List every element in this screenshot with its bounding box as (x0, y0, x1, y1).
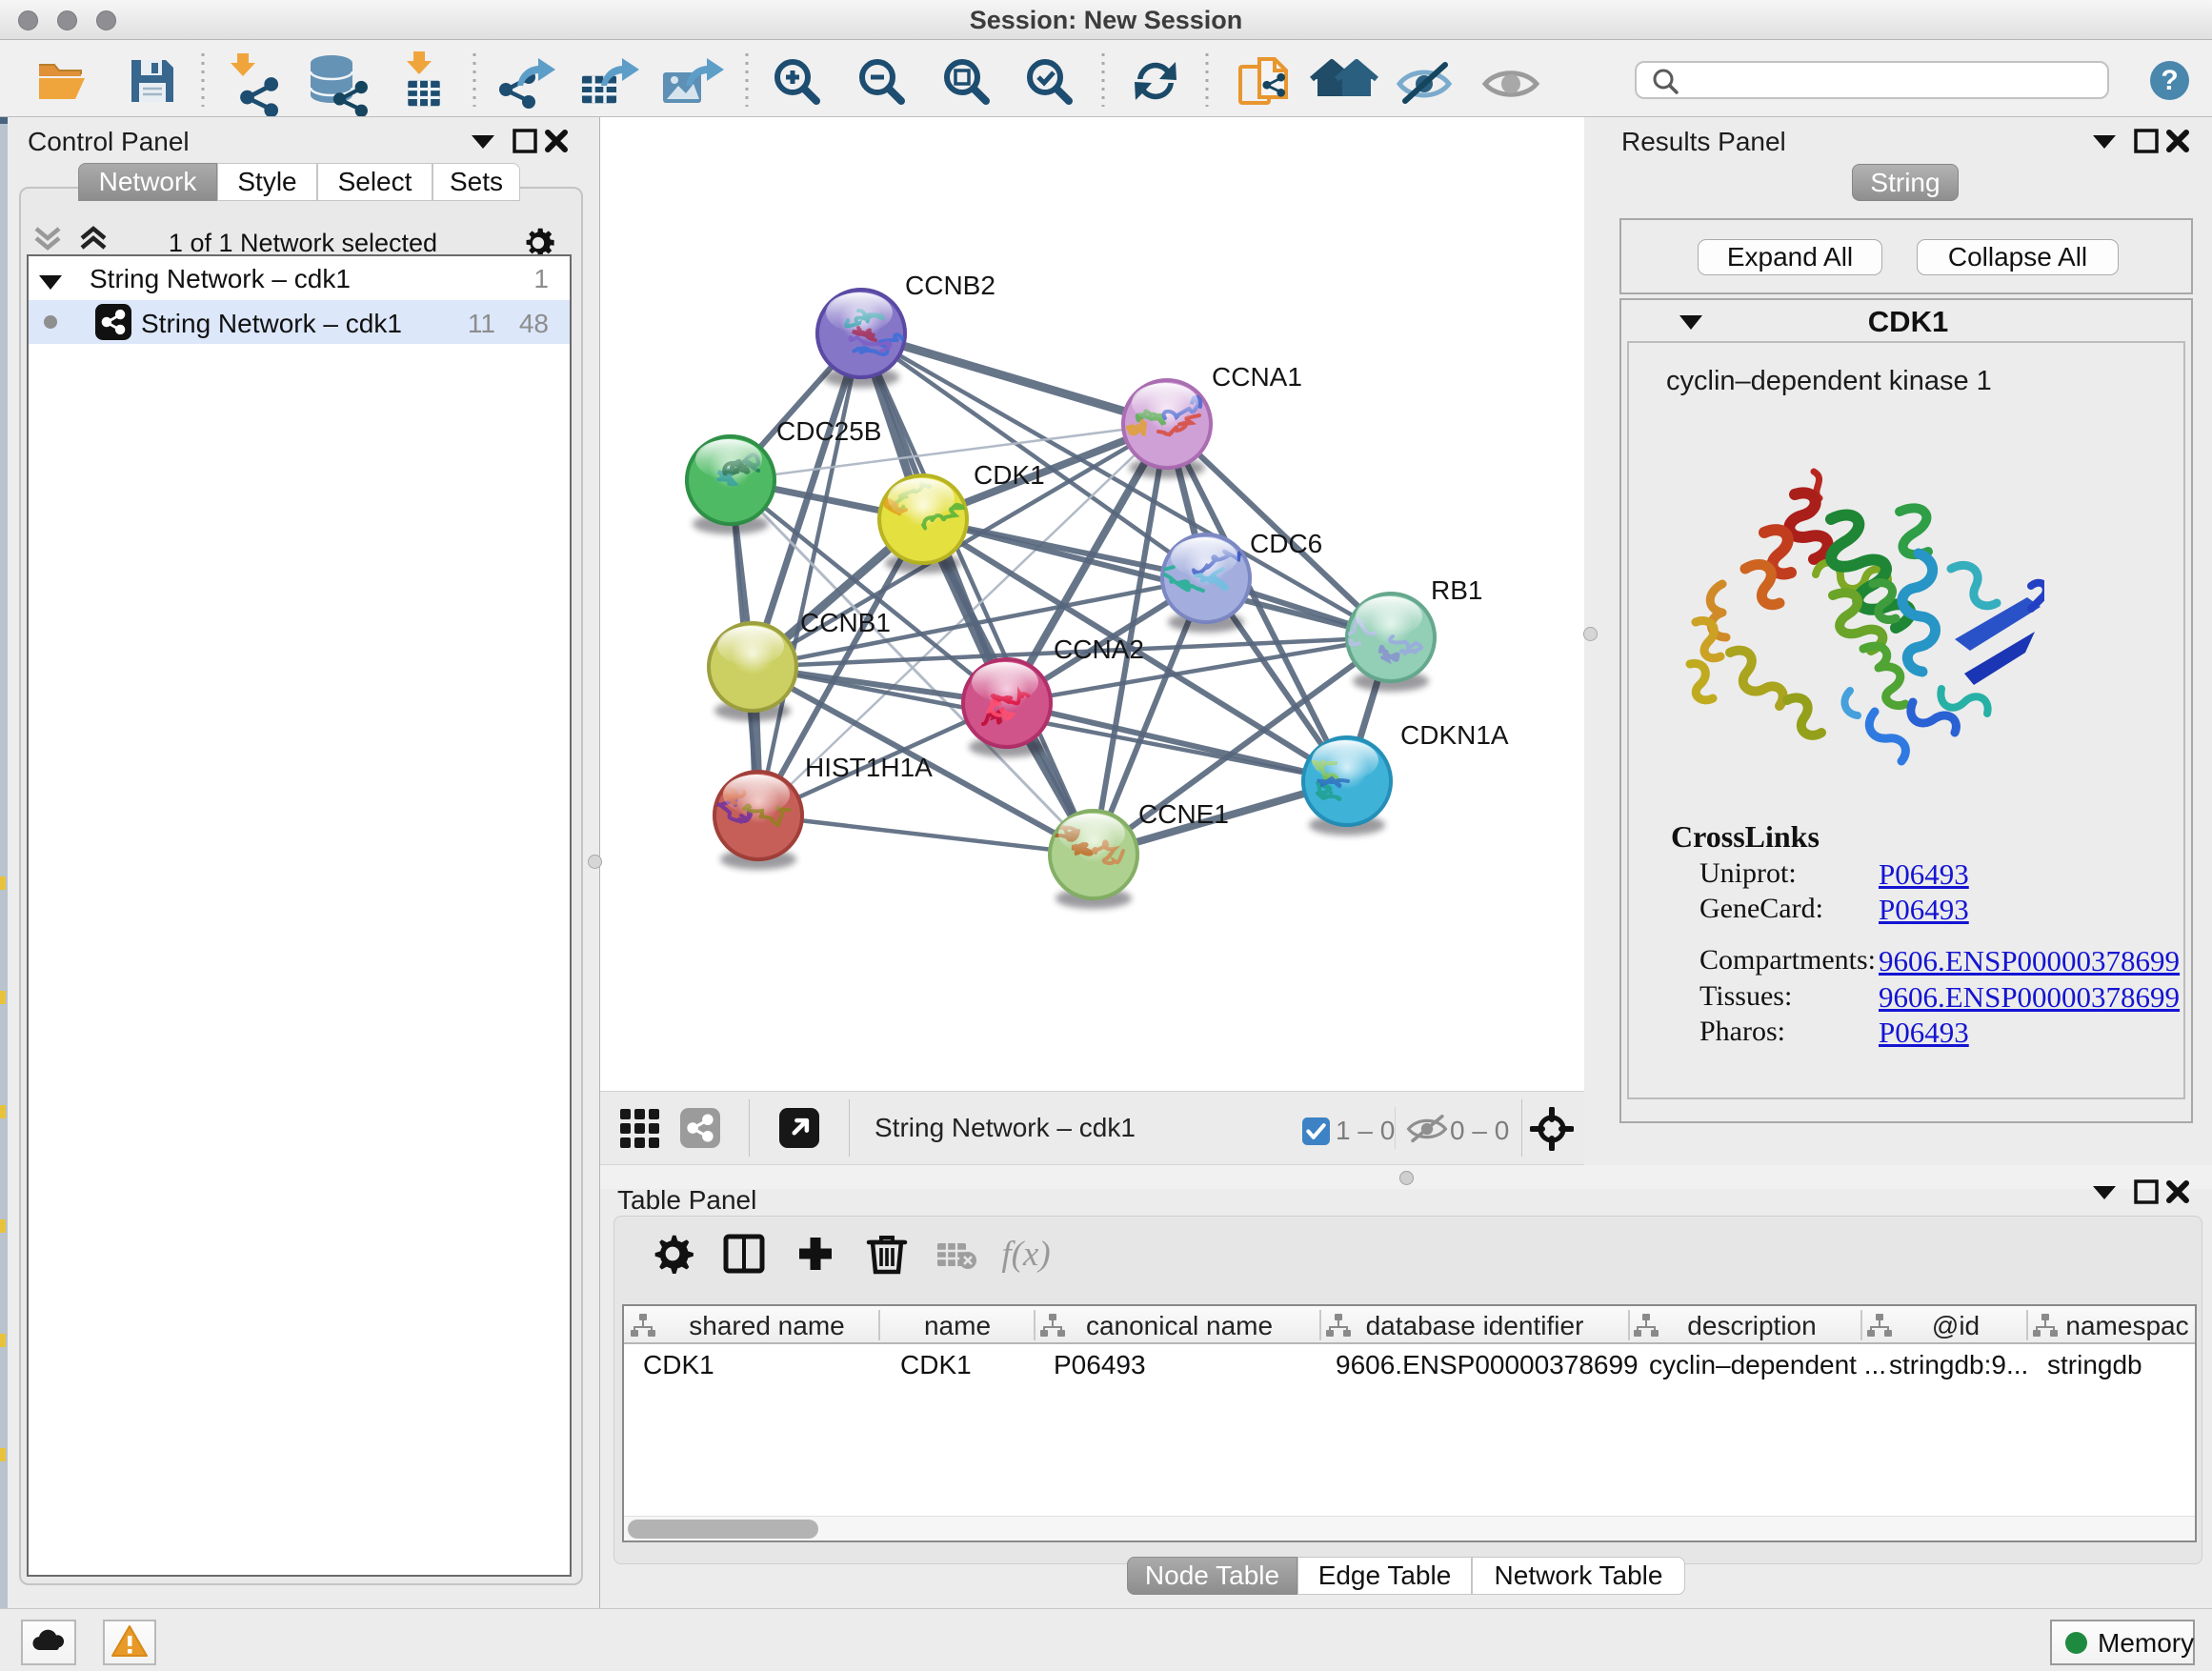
svg-text:CCNB1: CCNB1 (800, 608, 891, 637)
svg-text:CDC25B: CDC25B (776, 416, 881, 446)
svg-text:RB1: RB1 (1431, 575, 1482, 605)
svg-text:CCNA2: CCNA2 (1054, 634, 1144, 664)
svg-text:shared name: shared name (689, 1311, 844, 1340)
svg-text:canonical name: canonical name (1086, 1311, 1273, 1340)
svg-text:CDK1: CDK1 (974, 460, 1045, 490)
svg-text:database identifier: database identifier (1366, 1311, 1584, 1340)
svg-text:name: name (924, 1311, 991, 1340)
svg-text:namespac: namespac (2065, 1311, 2188, 1340)
svg-text:CCNE1: CCNE1 (1138, 799, 1229, 829)
svg-text:CDKN1A: CDKN1A (1400, 720, 1509, 750)
svg-text:CCNA1: CCNA1 (1212, 362, 1302, 392)
svg-text:CCNB2: CCNB2 (905, 271, 995, 300)
svg-text:description: description (1687, 1311, 1816, 1340)
svg-text:HIST1H1A: HIST1H1A (805, 753, 933, 782)
svg-text:CDC6: CDC6 (1250, 529, 1322, 558)
svg-text:f(x): f(x) (1001, 1235, 1050, 1274)
svg-text:@id: @id (1932, 1311, 1980, 1340)
